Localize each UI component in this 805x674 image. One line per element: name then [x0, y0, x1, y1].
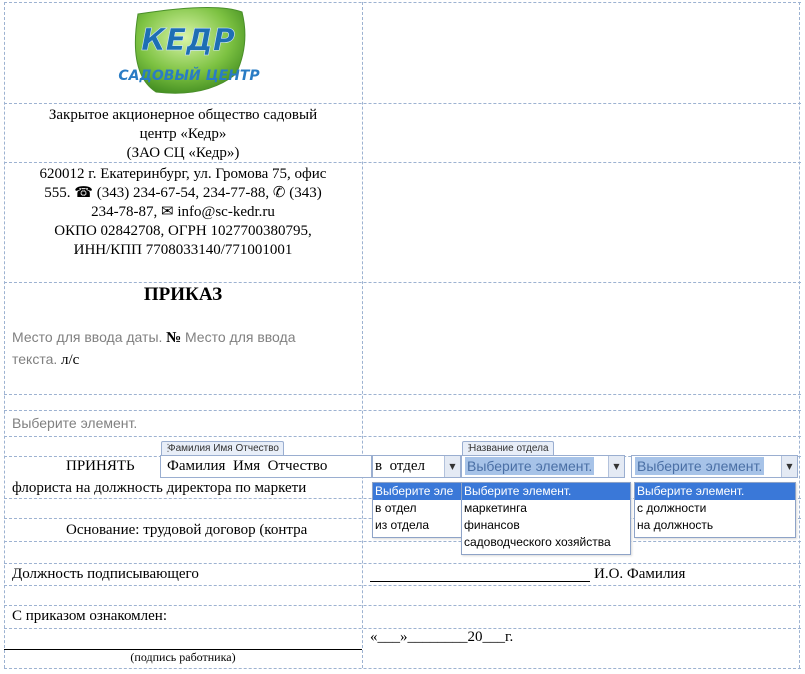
- address-line: 620012 г. Екатеринбург, ул. Громова 75, …: [39, 166, 327, 182]
- direction-dropdown[interactable]: в отдел ▼: [372, 455, 461, 478]
- address-line: ИНН/КПП 7708033140/771001001: [73, 242, 293, 258]
- dept-dropdown[interactable]: Выберите элемент. ▼: [461, 455, 625, 478]
- grid-line: [4, 436, 801, 437]
- order-title: ПРИКАЗ: [143, 284, 223, 305]
- list-item[interactable]: маркетинга: [462, 500, 630, 517]
- basis-line: Основание: трудовой договор (контра: [66, 522, 308, 538]
- name-control-tag[interactable]: Фамилия Имя Отчество: [161, 441, 284, 456]
- order-suffix: л/с: [61, 352, 80, 368]
- company-logo: КЕДР САДОВЫЙ ЦЕНТР: [116, 4, 262, 100]
- direction-options-list[interactable]: Выберите эле в отдел из отдела: [372, 482, 462, 538]
- position-dropdown-value: Выберите элемент.: [635, 457, 765, 475]
- address-line: 234-78-87, ✉ info@sc-kedr.ru: [91, 204, 275, 220]
- position-dropdown[interactable]: Выберите элемент. ▼: [631, 455, 798, 478]
- signer-label: Должность подписывающего: [12, 566, 199, 582]
- list-item[interactable]: финансов: [462, 517, 630, 534]
- list-item[interactable]: Выберите элемент.: [635, 483, 795, 500]
- dept-dropdown-value: Выберите элемент.: [465, 457, 595, 475]
- ack-label: С приказом ознакомлен:: [12, 608, 168, 624]
- grid-line: [4, 563, 801, 564]
- signature-line: [370, 581, 590, 582]
- date-placeholder[interactable]: Место для ввода даты.: [12, 329, 162, 345]
- grid-line: [4, 103, 801, 104]
- ack-date: «___»________20___г.: [370, 629, 514, 645]
- hire-line-2: флориста на должность директора по марке…: [12, 480, 307, 496]
- list-item[interactable]: Выберите эле: [373, 483, 461, 500]
- name-control-value: Фамилия Имя Отчество: [167, 458, 328, 474]
- grid-line: [4, 2, 801, 3]
- chevron-down-icon[interactable]: ▼: [608, 456, 624, 477]
- name-control[interactable]: Фамилия Имя Отчество: [160, 455, 372, 478]
- address-line: 555. ☎ (343) 234-67-54, 234-77-88, ✆ (34…: [44, 185, 322, 201]
- grid-line: [4, 394, 801, 395]
- company-name-line: центр «Кедр»: [139, 126, 227, 142]
- dept-options-list[interactable]: Выберите элемент. маркетинга финансов са…: [461, 482, 631, 555]
- grid-line: [4, 668, 801, 669]
- grid-line: [362, 2, 363, 668]
- list-item[interactable]: Выберите элемент.: [462, 483, 630, 500]
- grid-line: [4, 410, 801, 411]
- list-item[interactable]: на должность: [635, 517, 795, 534]
- chevron-down-icon[interactable]: ▼: [781, 456, 797, 477]
- employee-caption: (подпись работника): [130, 650, 236, 664]
- number-placeholder[interactable]: Место для ввода: [185, 329, 296, 345]
- element-placeholder[interactable]: Выберите элемент.: [12, 414, 137, 433]
- list-item[interactable]: из отдела: [373, 517, 461, 534]
- grid-line: [4, 585, 801, 586]
- company-name-line: (ЗАО СЦ «Кедр»): [126, 145, 240, 161]
- number-line: текста. л/с: [12, 350, 79, 370]
- list-item[interactable]: в отдел: [373, 500, 461, 517]
- position-options-list[interactable]: Выберите элемент. с должности на должнос…: [634, 482, 796, 538]
- number-placeholder-cont[interactable]: текста.: [12, 351, 57, 367]
- direction-dropdown-value: в отдел: [375, 458, 426, 474]
- hire-verb: ПРИНЯТЬ: [66, 458, 135, 474]
- chevron-down-icon[interactable]: ▼: [444, 456, 460, 477]
- number-sign: №: [166, 330, 182, 346]
- grid-line: [4, 541, 801, 542]
- address-line: ОКПО 02842708, ОГРН 1027700380795,: [54, 223, 312, 239]
- list-item[interactable]: с должности: [635, 500, 795, 517]
- grid-line: [4, 2, 5, 668]
- company-name-line: Закрытое акционерное общество садовый: [48, 107, 318, 123]
- grid-line: [4, 605, 801, 606]
- list-item[interactable]: садоводческого хозяйства: [462, 534, 630, 551]
- date-line: Место для ввода даты. № Место для ввода: [12, 328, 295, 348]
- signer-name: И.О. Фамилия: [594, 566, 686, 582]
- grid-line: [799, 2, 800, 668]
- dept-control-tag[interactable]: Название отдела: [462, 441, 554, 456]
- grid-line: [4, 282, 801, 283]
- logo-text: КЕДР: [141, 23, 235, 58]
- document-page: КЕДР САДОВЫЙ ЦЕНТР Закрытое акционерное …: [4, 0, 801, 670]
- logo-subtext: САДОВЫЙ ЦЕНТР: [118, 67, 260, 84]
